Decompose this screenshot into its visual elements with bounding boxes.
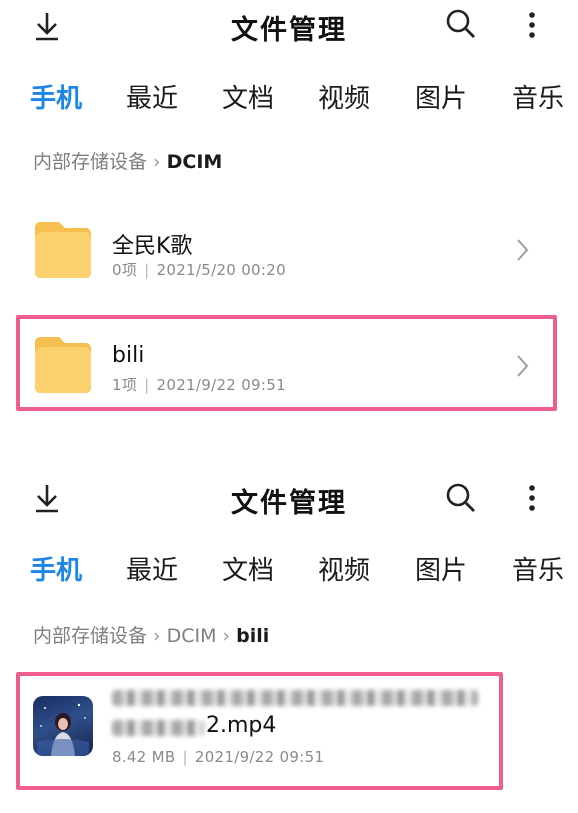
tab-recent[interactable]: 最近 xyxy=(126,78,178,115)
category-tabs: 手机 最近 文档 视频 图片 音乐 xyxy=(0,76,578,126)
folder-icon xyxy=(33,218,93,280)
list-item-video-file[interactable]: 2.mp4 8.42 MB | 2021/9/22 09:51 xyxy=(0,680,578,782)
breadcrumb: 内部存储设备 › DCIM › bili xyxy=(33,621,269,648)
page-title: 文件管理 xyxy=(231,488,347,519)
tab-video[interactable]: 视频 xyxy=(318,550,370,587)
file-manager-screen-2: 文件管理 手机 最近 文档 视频 图片 音乐 内部存储设备 › DCIM › bili xyxy=(0,474,578,813)
file-meta: 8.42 MB | 2021/9/22 09:51 xyxy=(112,748,324,766)
page-title: 文件管理 xyxy=(231,15,347,46)
file-manager-screen-1: 文件管理 手机 最近 文档 视频 图片 音乐 内部存储设备 › DCIM 全民K… xyxy=(0,0,578,440)
search-icon[interactable] xyxy=(441,478,481,518)
meta-divider: | xyxy=(144,376,150,394)
breadcrumb-separator-icon: › xyxy=(153,625,161,647)
tab-images[interactable]: 图片 xyxy=(415,78,467,115)
modified-date: 2021/9/22 09:51 xyxy=(194,748,325,766)
folder-name: bili xyxy=(112,343,145,368)
chevron-right-icon xyxy=(512,237,532,263)
tab-music[interactable]: 音乐 xyxy=(512,78,564,115)
more-vertical-icon[interactable] xyxy=(512,5,552,45)
breadcrumb-separator-icon: › xyxy=(222,625,231,647)
modified-date: 2021/5/20 00:20 xyxy=(156,261,286,279)
breadcrumb: 内部存储设备 › DCIM xyxy=(33,147,222,174)
tab-documents[interactable]: 文档 xyxy=(222,78,274,115)
tab-recent[interactable]: 最近 xyxy=(126,550,178,587)
tab-phone[interactable]: 手机 xyxy=(30,550,82,587)
breadcrumb-dcim[interactable]: DCIM xyxy=(167,625,217,647)
blurred-filename-prefix xyxy=(112,720,204,736)
item-count: 0项 xyxy=(112,261,138,279)
video-thumbnail xyxy=(33,696,93,756)
top-bar: 文件管理 xyxy=(0,0,578,52)
item-count: 1项 xyxy=(112,376,138,394)
modified-date: 2021/9/22 09:51 xyxy=(156,376,286,394)
chevron-right-icon xyxy=(512,353,532,379)
tab-images[interactable]: 图片 xyxy=(415,550,467,587)
more-vertical-icon[interactable] xyxy=(512,478,552,518)
tab-music[interactable]: 音乐 xyxy=(512,550,564,587)
list-item-folder-bili[interactable]: bili 1项 | 2021/9/22 09:51 xyxy=(0,323,578,405)
breadcrumb-internal-storage[interactable]: 内部存储设备 xyxy=(33,151,147,173)
top-bar: 文件管理 xyxy=(0,474,578,526)
tab-phone[interactable]: 手机 xyxy=(30,78,82,115)
breadcrumb-separator-icon: › xyxy=(153,151,161,173)
folder-icon xyxy=(33,333,93,395)
tab-documents[interactable]: 文档 xyxy=(222,550,274,587)
folder-name: 全民K歌 xyxy=(112,234,193,259)
tab-video[interactable]: 视频 xyxy=(318,78,370,115)
meta-divider: | xyxy=(182,748,188,766)
file-name-suffix: 2.mp4 xyxy=(206,713,277,738)
file-size: 8.42 MB xyxy=(112,748,176,766)
breadcrumb-internal-storage[interactable]: 内部存储设备 xyxy=(33,625,147,647)
meta-divider: | xyxy=(144,261,150,279)
folder-meta: 0项 | 2021/5/20 00:20 xyxy=(112,259,286,280)
blurred-filename-line xyxy=(112,690,478,706)
breadcrumb-bili: bili xyxy=(236,625,270,647)
list-item-folder-quanmin-kge[interactable]: 全民K歌 0项 | 2021/5/20 00:20 xyxy=(0,208,578,290)
search-icon[interactable] xyxy=(441,4,481,44)
breadcrumb-dcim: DCIM xyxy=(166,151,223,173)
category-tabs: 手机 最近 文档 视频 图片 音乐 xyxy=(0,548,578,598)
folder-meta: 1项 | 2021/9/22 09:51 xyxy=(112,374,286,395)
